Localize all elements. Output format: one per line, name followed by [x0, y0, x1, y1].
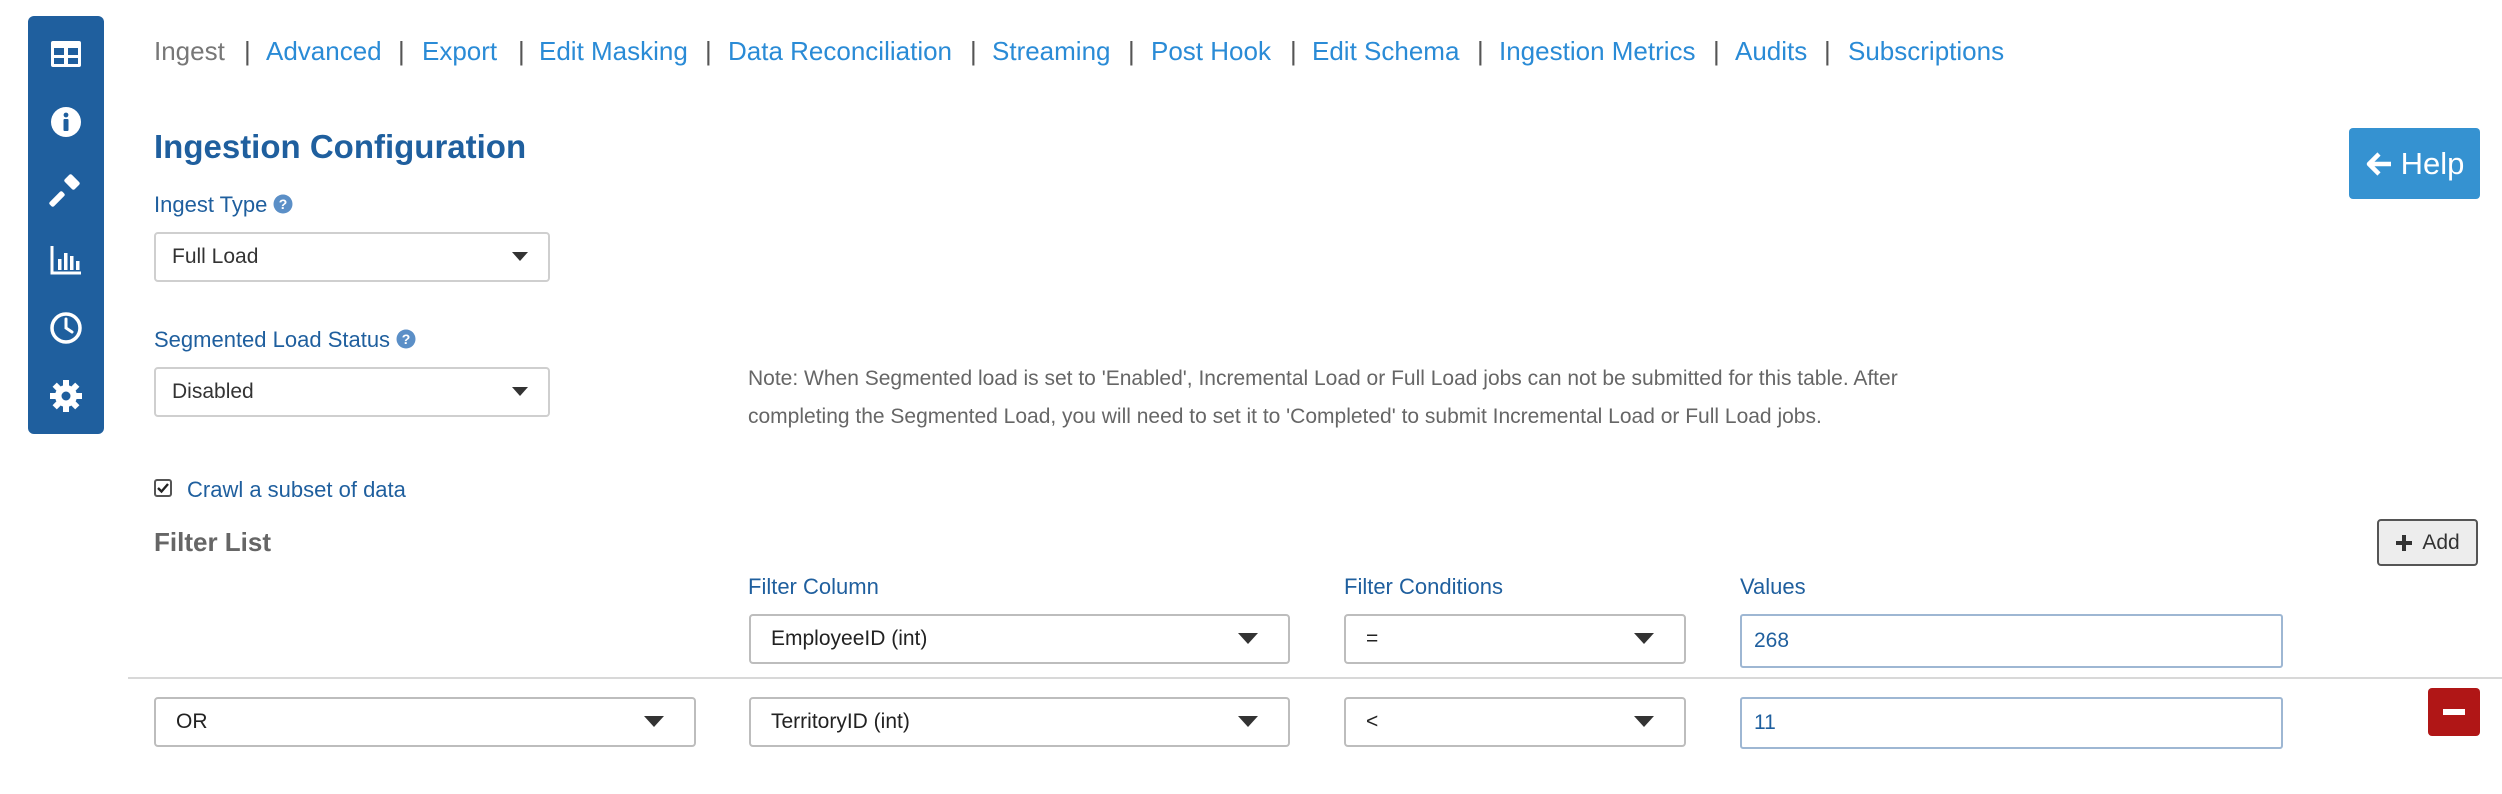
tab-post-hook[interactable]: Post Hook: [1151, 36, 1271, 67]
filter-logic-select[interactable]: OR: [154, 697, 696, 747]
values-header: Values: [1740, 574, 1806, 599]
filter-condition-value: <: [1366, 710, 1379, 733]
ingest-type-label-text: Ingest Type: [154, 192, 268, 217]
chevron-down-icon: [1634, 716, 1654, 727]
segmented-load-label-text: Segmented Load Status: [154, 327, 391, 352]
chevron-down-icon: [1238, 633, 1258, 644]
filter-condition-select[interactable]: =: [1344, 614, 1686, 664]
filter-condition-select[interactable]: <: [1344, 697, 1686, 747]
remove-filter-button[interactable]: [2428, 688, 2480, 736]
page-title: Ingestion Configuration: [154, 128, 527, 165]
filter-value-input[interactable]: 268: [1740, 614, 2283, 668]
add-filter-button[interactable]: Add: [2377, 519, 2478, 566]
table-icon[interactable]: [48, 36, 84, 72]
filter-value-text: 11: [1754, 711, 1776, 734]
tab-separator: |: [705, 36, 712, 66]
tab-separator: |: [1477, 36, 1484, 66]
tab-separator: |: [1824, 36, 1831, 66]
filter-conditions-header: Filter Conditions: [1344, 574, 1503, 599]
tab-ingest[interactable]: Ingest: [154, 36, 225, 67]
filter-logic-value: OR: [176, 710, 208, 733]
filter-value-input[interactable]: 11: [1740, 697, 2283, 749]
segmented-load-select[interactable]: Disabled: [154, 367, 550, 417]
gear-icon[interactable]: [48, 378, 84, 414]
tab-ingestion-metrics[interactable]: Ingestion Metrics: [1499, 36, 1696, 67]
question-circle-icon[interactable]: ?: [273, 194, 293, 214]
tab-data-reconciliation[interactable]: Data Reconciliation: [728, 36, 952, 67]
gavel-icon[interactable]: [48, 173, 84, 209]
filter-column-header: Filter Column: [748, 574, 879, 599]
ingest-type-value: Full Load: [172, 245, 259, 268]
clock-icon[interactable]: [48, 310, 84, 346]
tab-advanced[interactable]: Advanced: [266, 36, 382, 67]
tab-streaming[interactable]: Streaming: [992, 36, 1111, 67]
help-button[interactable]: Help: [2349, 128, 2480, 199]
tab-separator: |: [970, 36, 977, 66]
tab-edit-masking[interactable]: Edit Masking: [539, 36, 688, 67]
help-button-label: Help: [2400, 145, 2465, 181]
filter-column-select[interactable]: EmployeeID (int): [749, 614, 1290, 664]
tab-separator: |: [1128, 36, 1135, 66]
minus-icon: [2443, 709, 2465, 715]
filter-column-value: EmployeeID (int): [771, 627, 928, 650]
ingest-type-select[interactable]: Full Load: [154, 232, 550, 282]
chevron-down-icon: [512, 387, 528, 396]
checkmark-icon: [157, 483, 169, 494]
svg-text:?: ?: [279, 196, 288, 212]
tab-subscriptions[interactable]: Subscriptions: [1848, 36, 2004, 67]
chevron-down-icon: [1634, 633, 1654, 644]
tab-export[interactable]: Export: [422, 36, 497, 67]
filter-column-select[interactable]: TerritoryID (int): [749, 697, 1290, 747]
crawl-subset-checkbox[interactable]: [154, 479, 172, 497]
info-icon[interactable]: [48, 104, 84, 140]
tab-separator: |: [244, 36, 251, 66]
tab-edit-schema[interactable]: Edit Schema: [1312, 36, 1459, 67]
sidebar: [28, 16, 104, 434]
filter-column-value: TerritoryID (int): [771, 710, 910, 733]
question-circle-icon[interactable]: ?: [396, 329, 416, 349]
filter-value-text: 268: [1754, 629, 1790, 652]
arrow-left-icon: [2366, 151, 2391, 176]
segmented-load-label: Segmented Load Status?: [154, 327, 416, 353]
chevron-down-icon: [644, 716, 664, 727]
tab-separator: |: [398, 36, 405, 66]
divider: [128, 677, 2502, 679]
filter-condition-value: =: [1366, 627, 1379, 650]
segmented-load-value: Disabled: [172, 380, 254, 403]
tab-separator: |: [1290, 36, 1297, 66]
add-filter-label: Add: [2422, 530, 2460, 554]
segmented-load-note: Note: When Segmented load is set to 'Ena…: [748, 367, 1898, 428]
ingest-type-label: Ingest Type?: [154, 192, 293, 218]
tab-separator: |: [1713, 36, 1720, 66]
tab-audits[interactable]: Audits: [1735, 36, 1807, 67]
chevron-down-icon: [1238, 716, 1258, 727]
plus-icon: [2396, 534, 2413, 551]
filter-list-title: Filter List: [154, 527, 272, 557]
svg-text:?: ?: [402, 331, 411, 347]
bar-chart-icon[interactable]: [48, 242, 84, 278]
crawl-subset-label[interactable]: Crawl a subset of data: [187, 477, 406, 503]
tab-separator: |: [518, 36, 525, 66]
chevron-down-icon: [512, 252, 528, 261]
